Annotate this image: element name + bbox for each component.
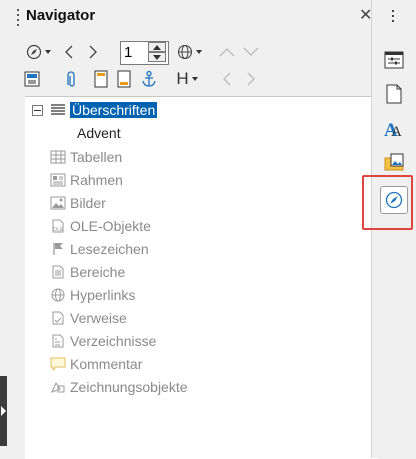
styles-deck-button[interactable]: AA <box>380 114 408 142</box>
tree-item-tables[interactable]: Tabellen <box>49 146 122 168</box>
table-icon <box>49 149 67 165</box>
gallery-icon <box>384 153 404 171</box>
gallery-deck-button[interactable] <box>380 148 408 176</box>
tree-item-advent[interactable]: Advent <box>77 122 121 144</box>
tree-item-label: Lesezeichen <box>70 241 149 257</box>
svg-text:OLE: OLE <box>53 227 64 233</box>
next-button[interactable] <box>83 42 103 62</box>
collapse-expander-icon[interactable] <box>32 105 43 116</box>
stepper-down-button[interactable] <box>148 52 166 62</box>
chevron-down-icon <box>153 54 161 60</box>
tree-item-ole-objects[interactable]: OLE OLE-Objekte <box>49 215 151 237</box>
demote-level-button[interactable] <box>241 42 261 62</box>
tree-item-label: Tabellen <box>70 149 123 165</box>
move-chapter-down-button[interactable] <box>241 68 261 90</box>
chevron-up-icon <box>219 48 235 57</box>
chevron-up-icon <box>153 44 161 50</box>
tree-item-indexes[interactable]: Verzeichnisse <box>49 330 156 352</box>
reference-icon <box>49 310 67 326</box>
global-view-dropdown[interactable] <box>171 42 207 62</box>
move-chapter-up-button[interactable] <box>217 68 237 90</box>
header-button[interactable] <box>91 68 111 90</box>
properties-icon <box>384 51 404 69</box>
tree-item-label: OLE-Objekte <box>70 218 151 234</box>
header-icon <box>94 70 108 88</box>
tree-item-images[interactable]: Bilder <box>49 192 106 214</box>
content-view-icon <box>24 71 40 87</box>
navigate-by-dropdown[interactable] <box>21 42 55 62</box>
tree-item-headings[interactable]: Überschriften <box>49 99 158 121</box>
chevron-right-icon <box>247 72 255 86</box>
anchor-icon <box>142 70 156 87</box>
chevron-right-icon <box>89 45 97 59</box>
index-icon <box>49 333 67 349</box>
page-deck-button[interactable] <box>380 80 408 108</box>
tree-item-label: Verzeichnisse <box>70 333 157 349</box>
more-options-icon[interactable] <box>392 10 394 25</box>
deck-edge <box>0 0 7 458</box>
tree-item-sections[interactable]: Bereiche <box>49 261 125 283</box>
chevron-left-icon <box>65 45 73 59</box>
tree-item-references[interactable]: Verweise <box>49 307 127 329</box>
tree-item-label: Rahmen <box>70 172 123 188</box>
page-number-input[interactable] <box>124 43 144 61</box>
promote-level-button[interactable] <box>217 42 237 62</box>
panel-title: Navigator <box>26 7 96 24</box>
tree-item-bookmarks[interactable]: Lesezeichen <box>49 238 149 260</box>
collapse-handle[interactable] <box>0 376 7 446</box>
tree-item-label: Verweise <box>70 310 127 326</box>
properties-deck-button[interactable] <box>380 46 408 74</box>
comment-icon <box>49 356 67 372</box>
heading-levels-dropdown[interactable]: H <box>169 68 205 90</box>
frame-icon <box>49 172 67 188</box>
tree-item-drawing-objects[interactable]: Zeichnungsobjekte <box>49 376 188 398</box>
globe-icon <box>177 44 192 60</box>
page-icon <box>386 84 402 104</box>
tree-item-label: Hyperlinks <box>70 287 136 303</box>
tree-item-comments[interactable]: Kommentar <box>49 353 142 375</box>
footer-button[interactable] <box>114 68 134 90</box>
tree-item-label: Kommentar <box>70 356 143 372</box>
globe-icon <box>49 287 67 303</box>
navigator-tree[interactable]: Überschriften Advent Tabellen Rahmen Bil… <box>25 96 378 459</box>
image-icon <box>49 195 67 211</box>
stepper-up-button[interactable] <box>148 42 166 52</box>
anchor-button[interactable] <box>138 68 160 90</box>
tree-item-hyperlinks[interactable]: Hyperlinks <box>49 284 135 306</box>
tree-item-label: Überschriften <box>70 102 158 118</box>
paperclip-icon <box>67 71 75 87</box>
ole-icon: OLE <box>49 218 67 234</box>
tree-item-label: Bilder <box>70 195 106 211</box>
annotation-highlight-box <box>362 175 413 230</box>
tree-item-label: Bereiche <box>70 264 126 280</box>
chevron-left-icon <box>223 72 231 86</box>
headings-icon <box>49 102 67 118</box>
content-navigation-view-button[interactable] <box>21 68 43 90</box>
tree-item-label: Advent <box>77 125 121 141</box>
section-icon <box>49 264 67 280</box>
tree-item-label: Zeichnungsobjekte <box>70 379 188 395</box>
drawing-icon <box>49 379 67 395</box>
styles-icon: AA <box>384 120 402 138</box>
navigator-panel: Navigator ✕ H <box>7 0 378 459</box>
heading-letter-icon: H <box>176 69 189 88</box>
set-reminder-button[interactable] <box>61 68 79 90</box>
bookmark-icon <box>49 241 67 257</box>
tree-item-frames[interactable]: Rahmen <box>49 169 123 191</box>
page-number-stepper[interactable] <box>120 41 169 65</box>
svg-text:A: A <box>391 124 402 138</box>
previous-button[interactable] <box>59 42 79 62</box>
footer-icon <box>117 70 131 88</box>
compass-icon <box>26 44 41 60</box>
drag-handle-icon[interactable] <box>17 9 20 26</box>
chevron-down-icon <box>243 47 259 56</box>
